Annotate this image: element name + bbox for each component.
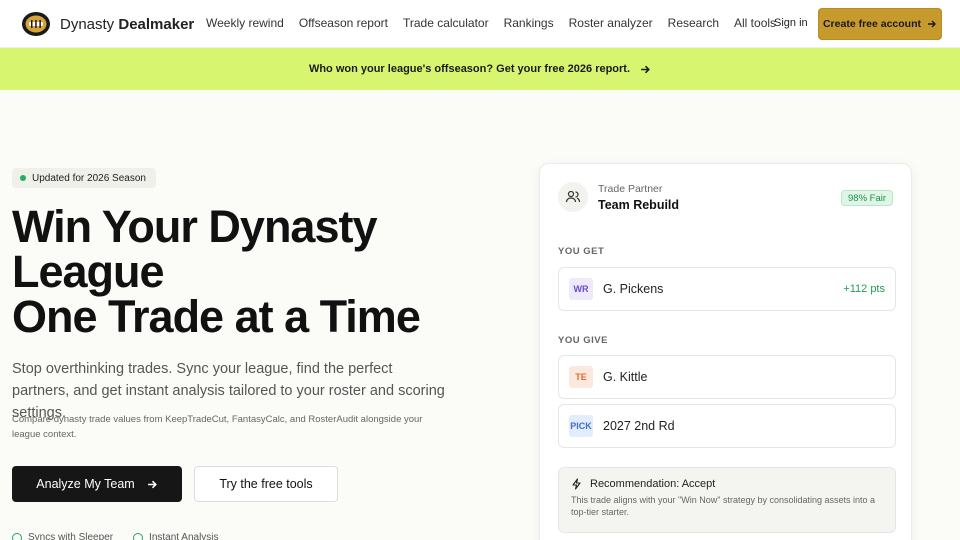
- promo-banner-text: Who won your league's offseason? Get you…: [308, 63, 631, 75]
- trade-partner-label: Trade Partner: [598, 182, 663, 195]
- player-name: G. Kittle: [603, 370, 648, 384]
- you-get-label: YOU GET: [558, 246, 605, 257]
- feature-text: Syncs with Sleeper: [28, 532, 114, 540]
- nav-all-tools[interactable]: All tools: [734, 16, 776, 30]
- position-badge: TE: [569, 366, 593, 388]
- trade-preview-card: Trade Partner Team Rebuild 98% Fair YOU …: [539, 163, 912, 540]
- you-give-label: YOU GIVE: [558, 335, 608, 346]
- season-badge-text: Updated for 2026 Season: [32, 172, 146, 184]
- nav-offseason-report[interactable]: Offseason report: [299, 16, 388, 30]
- player-name: G. Pickens: [603, 282, 664, 296]
- position-badge: WR: [569, 278, 593, 300]
- you-give-row[interactable]: TE G. Kittle: [558, 355, 896, 399]
- recommendation-title: Recommendation: Accept: [590, 478, 716, 490]
- hero-note: Compare dynasty trade values from KeepTr…: [12, 414, 423, 440]
- season-badge: Updated for 2026 Season: [12, 168, 156, 188]
- hero-title-line-1: Win Your Dynasty: [12, 201, 378, 252]
- hero-title-line-3: One Trade at a Time: [12, 291, 421, 342]
- player-name: 2027 2nd Rd: [603, 419, 675, 433]
- fairness-badge: 98% Fair: [841, 190, 894, 206]
- analyze-team-label: Analyze My Team: [36, 477, 135, 491]
- hero-title-line-2: League: [12, 246, 165, 297]
- football-logo-icon: [22, 12, 50, 36]
- position-badge: PICK: [569, 415, 593, 437]
- arrow-right-icon: [928, 20, 937, 28]
- feature-text: Instant Analysis: [149, 532, 219, 540]
- analyze-team-button[interactable]: Analyze My Team: [12, 466, 182, 502]
- arrow-right-icon: [147, 480, 157, 488]
- top-navigation: Dynasty Dealmaker Weekly rewind Offseaso…: [0, 0, 960, 48]
- main-nav: Weekly rewind Offseason report Trade cal…: [206, 16, 791, 30]
- check-circle-icon: [133, 532, 144, 540]
- trade-partner-name: Team Rebuild: [598, 197, 680, 212]
- brand[interactable]: Dynasty Dealmaker: [20, 9, 194, 39]
- value-delta: +112 pts: [843, 283, 885, 295]
- you-get-row[interactable]: WR G. Pickens +112 pts: [558, 267, 896, 311]
- status-dot-icon: [20, 175, 26, 181]
- create-account-label: Create free account: [822, 18, 922, 30]
- hero-title: Win Your Dynasty League One Trade at a T…: [12, 204, 482, 339]
- recommendation-box: Recommendation: Accept This trade aligns…: [558, 467, 896, 533]
- feature-list: Syncs with Sleeper Instant Analysis: [12, 532, 219, 540]
- nav-trade-calculator[interactable]: Trade calculator: [403, 16, 489, 30]
- check-circle-icon: [12, 532, 22, 540]
- promo-banner[interactable]: Who won your league's offseason? Get you…: [0, 48, 960, 90]
- nav-weekly-rewind[interactable]: Weekly rewind: [206, 16, 284, 30]
- nav-research[interactable]: Research: [668, 16, 719, 30]
- brand-name: Dynasty Dealmaker: [60, 16, 194, 33]
- free-tools-label: Try the free tools: [219, 477, 313, 491]
- free-tools-button[interactable]: Try the free tools: [194, 466, 338, 502]
- nav-rankings[interactable]: Rankings: [504, 16, 554, 30]
- create-account-button[interactable]: Create free account: [818, 8, 942, 40]
- brand-name-suffix: Dealmaker: [118, 15, 195, 33]
- you-give-row[interactable]: PICK 2027 2nd Rd: [558, 404, 896, 448]
- users-icon: [558, 182, 588, 212]
- sign-in-link[interactable]: Sign in: [774, 17, 808, 29]
- trade-partner: Trade Partner Team Rebuild: [558, 182, 679, 212]
- arrow-right-icon: [641, 65, 650, 73]
- lightning-icon: [572, 478, 581, 490]
- recommendation-title-row: Recommendation: Accept: [571, 478, 883, 490]
- recommendation-text: This trade aligns with your "Win Now" st…: [571, 495, 876, 517]
- brand-name-prefix: Dynasty: [60, 15, 115, 33]
- feature-item: Syncs with Sleeper: [12, 532, 113, 540]
- feature-item: Instant Analysis: [133, 532, 219, 540]
- nav-roster-analyzer[interactable]: Roster analyzer: [569, 16, 653, 30]
